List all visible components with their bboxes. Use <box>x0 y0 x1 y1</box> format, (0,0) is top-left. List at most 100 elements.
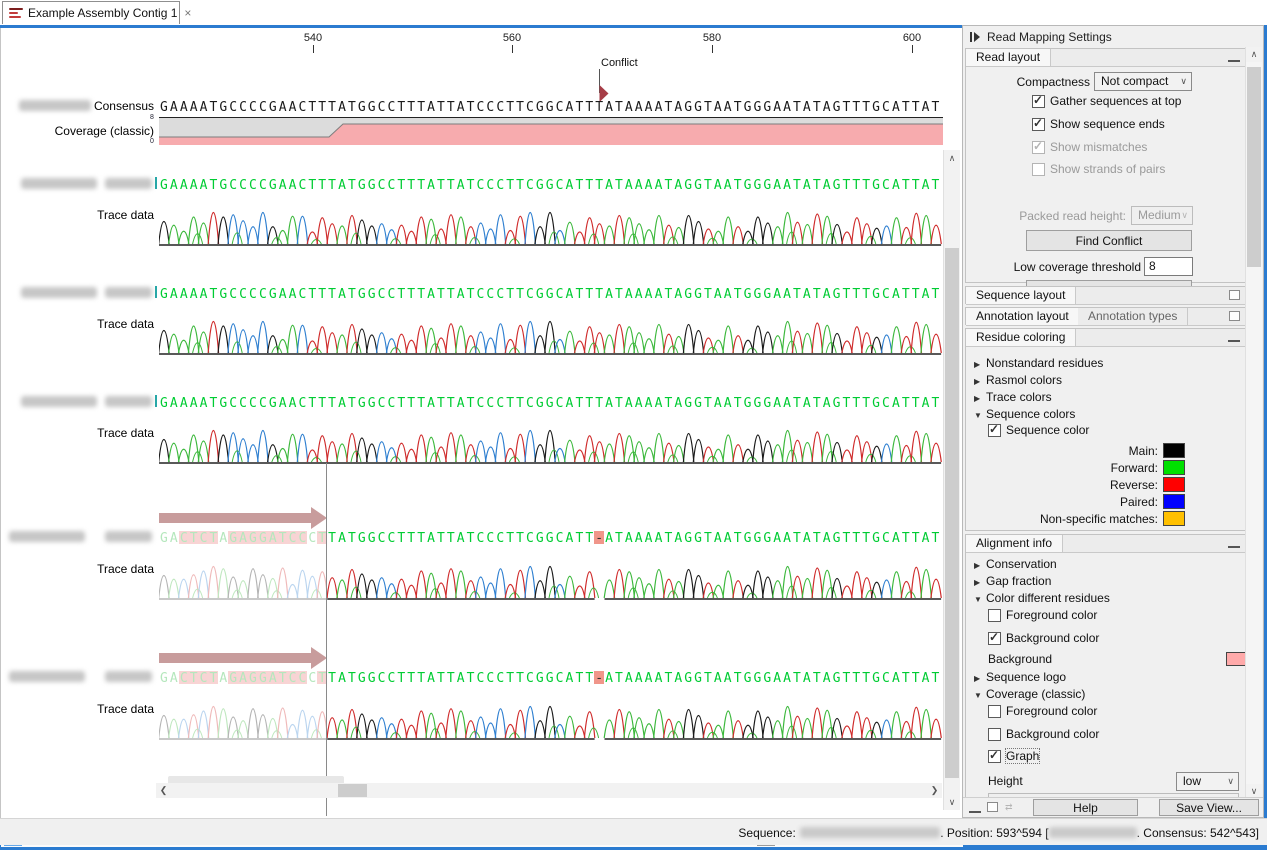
scroll-left-icon[interactable]: ❮ <box>156 783 171 798</box>
minimize-panel-icon[interactable] <box>969 804 981 813</box>
panel-group-header[interactable]: Alignment info <box>966 535 1246 553</box>
nucleotide: T <box>307 178 317 191</box>
read-sequence[interactable]: GAAAATGCCCCGAACTTTATGGCCTTTATTATCCCTTCGG… <box>159 394 945 409</box>
color-swatch-main-[interactable] <box>1163 443 1185 458</box>
panel-vertical-scrollbar[interactable]: ∧ ∨ <box>1245 47 1262 799</box>
checkbox-gather-sequences-at-top[interactable]: ✓ <box>1032 95 1045 108</box>
coverage-graph[interactable] <box>159 117 943 145</box>
reads-vertical-scrollbar[interactable]: ∧ ∨ <box>943 150 960 810</box>
chevron-down-icon[interactable]: ▼ <box>974 595 986 604</box>
panel-group-header[interactable]: Read layout <box>966 49 1246 67</box>
read-sequence[interactable]: GACTCTAGAGGATCCCTTATGGCCTTTATTATCCCTTCGG… <box>159 669 945 684</box>
checkbox-show-sequence-ends[interactable]: ✓ <box>1032 118 1045 131</box>
panel-group-title: Read layout <box>966 49 1051 66</box>
nucleotide: T <box>406 396 416 409</box>
checkbox-foreground-color[interactable] <box>988 609 1001 622</box>
help-button[interactable]: Help <box>1033 799 1138 816</box>
chevron-right-icon[interactable]: ▶ <box>974 561 986 570</box>
tree-item-trace-colors[interactable]: ▶Trace colors <box>974 390 1052 404</box>
nucleotide: G <box>832 531 842 544</box>
chevron-right-icon[interactable]: ▶ <box>974 674 986 683</box>
nucleotide: A <box>891 531 901 544</box>
chevron-right-icon[interactable]: ▶ <box>974 578 986 587</box>
panel-expand-icon[interactable] <box>969 31 981 43</box>
reads-scrollbar-thumb[interactable] <box>945 248 959 778</box>
collapse-group-icon[interactable] <box>1228 53 1240 62</box>
compactness-dropdown[interactable]: Not compact∨ <box>1094 72 1192 91</box>
panel-scroll-up-icon[interactable]: ∧ <box>1246 47 1262 62</box>
chevron-down-icon[interactable]: ▼ <box>974 691 986 700</box>
tree-item-sequence-colors[interactable]: ▼Sequence colors <box>974 407 1075 421</box>
checkbox-background-color[interactable]: ✓ <box>988 632 1001 645</box>
scroll-up-icon[interactable]: ∧ <box>944 150 960 166</box>
scroll-down-icon[interactable]: ∨ <box>944 794 960 810</box>
tree-item-gap-fraction[interactable]: ▶Gap fraction <box>974 574 1051 588</box>
panel-group-header[interactable]: Annotation layoutAnnotation types <box>966 308 1246 326</box>
checkbox-background-color[interactable] <box>988 728 1001 741</box>
tree-item-color-different-residues[interactable]: ▼Color different residues <box>974 591 1110 605</box>
read-sequence[interactable]: GAAAATGCCCCGAACTTTATGGCCTTTATTATCCCTTCGG… <box>159 176 945 191</box>
chevron-right-icon[interactable]: ▶ <box>974 360 986 369</box>
nucleotide: G <box>683 671 693 684</box>
nucleotide: T <box>396 287 406 300</box>
panel-group-header[interactable]: Sequence layout <box>966 287 1246 305</box>
panel-group-header[interactable]: Residue coloring <box>966 329 1246 347</box>
expand-group-icon[interactable] <box>1229 290 1240 300</box>
nucleotide: T <box>317 178 327 191</box>
nucleotide: A <box>822 287 832 300</box>
chromatogram-trace <box>159 194 945 248</box>
nucleotide: T <box>584 396 594 409</box>
dock-panel-icon[interactable]: ⇄ <box>1005 802 1013 813</box>
status-consensus-text: . Consensus: 542^543] <box>1137 826 1259 840</box>
chevron-down-icon[interactable]: ▼ <box>974 411 986 420</box>
background-color-swatch[interactable] <box>1226 652 1246 666</box>
checkbox-show-strands-of-pairs[interactable] <box>1032 163 1045 176</box>
tree-item-coverage-classic-[interactable]: ▼Coverage (classic) <box>974 687 1085 701</box>
tree-item-conservation[interactable]: ▶Conservation <box>974 557 1057 571</box>
find-conflict-button[interactable]: Find Conflict <box>1026 230 1192 251</box>
nucleotide: G <box>832 178 842 191</box>
collapse-group-icon[interactable] <box>1228 539 1240 548</box>
low-coverage-threshold-input[interactable]: 8 <box>1144 257 1193 276</box>
nucleotide: G <box>545 671 555 684</box>
restore-panel-icon[interactable] <box>987 802 998 812</box>
panel-group-title: Annotation layout <box>966 308 1080 325</box>
collapse-group-icon[interactable] <box>1228 333 1240 342</box>
nucleotide: A <box>921 100 931 113</box>
nucleotide: A <box>278 396 288 409</box>
chevron-right-icon[interactable]: ▶ <box>974 394 986 403</box>
checkbox-foreground-color[interactable] <box>988 705 1001 718</box>
settings-panel-header: Read Mapping Settings <box>963 26 1263 47</box>
scroll-right-icon[interactable]: ❯ <box>927 783 942 798</box>
checkbox-graph[interactable]: ✓ <box>988 750 1001 763</box>
read-sequence[interactable]: GAAAATGCCCCGAACTTTATGGCCTTTATTATCCCTTCGG… <box>159 285 945 300</box>
expand-group-icon[interactable] <box>1229 311 1240 321</box>
chevron-right-icon[interactable]: ▶ <box>974 377 986 386</box>
tree-item-sequence-logo[interactable]: ▶Sequence logo <box>974 670 1066 684</box>
nucleotide: A <box>179 178 189 191</box>
consensus-sequence[interactable]: GAAAATGCCCCGAACTTTATGGCCTTTATTATCCCTTCGG… <box>159 98 945 113</box>
tree-item-rasmol-colors[interactable]: ▶Rasmol colors <box>974 373 1062 387</box>
nucleotide: T <box>347 671 357 684</box>
tree-item-nonstandard-residues[interactable]: ▶Nonstandard residues <box>974 356 1103 370</box>
tab-example-assembly-contig[interactable]: Example Assembly Contig 1 × <box>2 1 180 24</box>
nucleotide: T <box>733 287 743 300</box>
packed-read-height-dropdown[interactable]: Medium∨ <box>1131 206 1193 225</box>
panel-group-tab[interactable]: Annotation types <box>1078 308 1188 325</box>
nucleotide: T <box>466 178 476 191</box>
reads-horizontal-scrollbar[interactable]: ❮ ❯ <box>156 783 942 798</box>
checkbox-show-mismatches[interactable]: ✓ <box>1032 141 1045 154</box>
color-swatch-paired-[interactable] <box>1163 494 1185 509</box>
trace-data-label: Trace data <box>1 702 154 716</box>
panel-scrollbar-thumb[interactable] <box>1247 67 1261 267</box>
tab-close-icon[interactable]: × <box>184 6 191 20</box>
color-swatch-forward-[interactable] <box>1163 460 1185 475</box>
checkbox-sequence-color[interactable]: ✓ <box>988 424 1001 437</box>
horizontal-scrollbar-thumb[interactable] <box>338 784 367 797</box>
read-sequence[interactable]: GACTCTAGAGGATCCCTTATGGCCTTTATTATCCCTTCGG… <box>159 529 945 544</box>
color-swatch-non-specific-matches-[interactable] <box>1163 511 1185 526</box>
color-swatch-reverse-[interactable] <box>1163 477 1185 492</box>
save-view-button[interactable]: Save View... <box>1159 799 1259 816</box>
height-dropdown[interactable]: low∨ <box>1176 772 1239 791</box>
nucleotide: G <box>268 396 278 409</box>
